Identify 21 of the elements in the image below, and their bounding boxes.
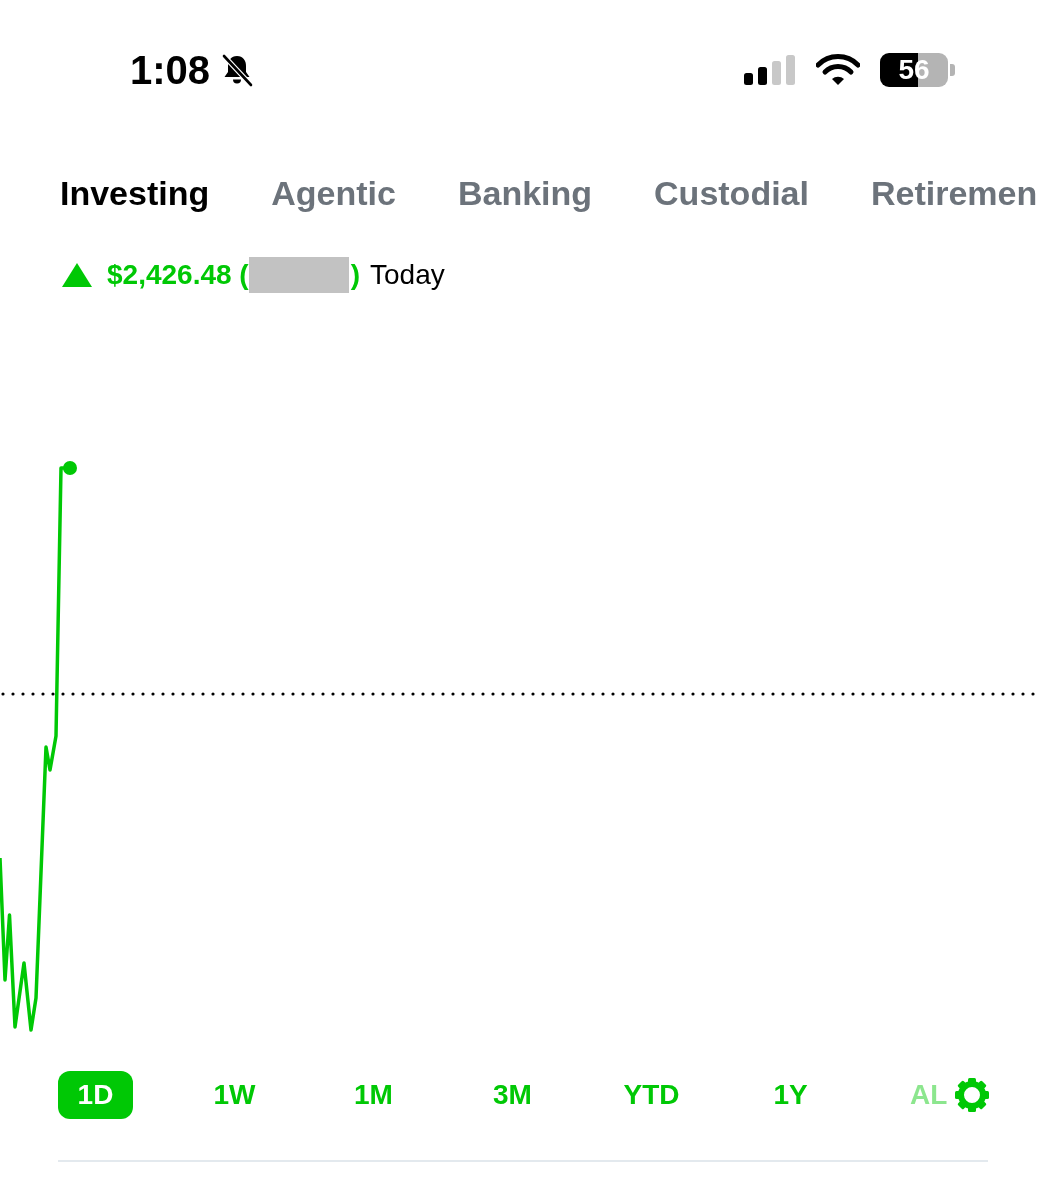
battery-tip-icon xyxy=(950,64,955,76)
account-tab[interactable]: Banking xyxy=(457,170,593,216)
range-tab[interactable]: 1W xyxy=(197,1071,272,1119)
range-tab[interactable]: AL xyxy=(892,1071,948,1119)
account-tab[interactable]: Custodial xyxy=(654,170,809,216)
end-dot-icon xyxy=(63,461,77,475)
range-tab[interactable]: YTD xyxy=(614,1071,689,1119)
wifi-icon xyxy=(816,54,860,86)
change-paren: ) xyxy=(350,261,360,289)
status-time: 1:08 xyxy=(130,50,211,90)
change-period: Today xyxy=(370,261,445,289)
account-tab[interactable]: Agentic xyxy=(271,170,396,216)
signal-icon xyxy=(744,55,796,85)
change-amount: $2,426.48 ( xyxy=(107,261,249,289)
account-tab[interactable]: Investing xyxy=(60,170,210,216)
range-tab[interactable]: 1Y xyxy=(753,1071,828,1119)
range-tab[interactable]: 3M xyxy=(475,1071,550,1119)
account-tab[interactable]: Retiremen xyxy=(870,170,1038,216)
range-tab[interactable]: 1M xyxy=(336,1071,411,1119)
range-tab[interactable]: 1D xyxy=(58,1071,133,1119)
settings-icon[interactable] xyxy=(955,1078,990,1112)
